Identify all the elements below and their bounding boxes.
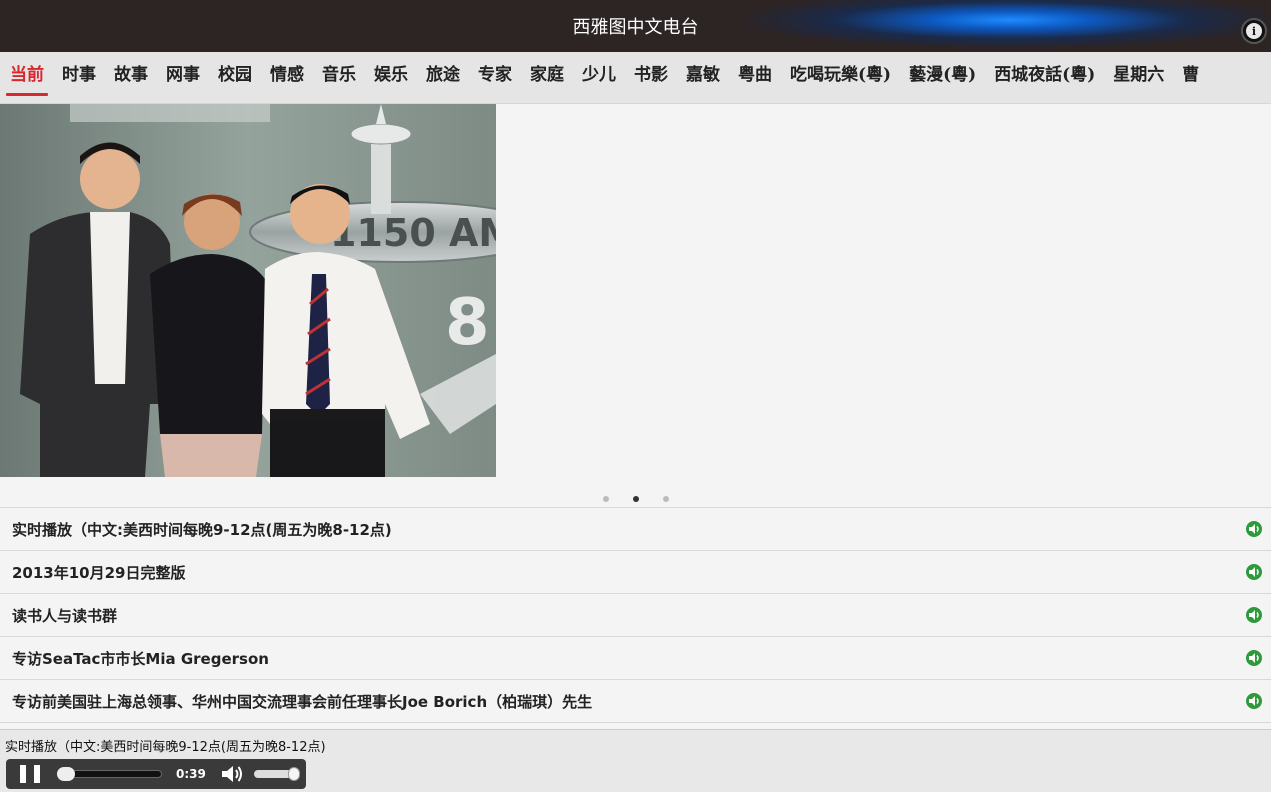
category-tabs: 当前 时事 故事 网事 校园 情感 音乐 娱乐 旅途 专家 家庭 少儿 书影 嘉敏 粤曲 吃喝玩樂(粵) 藝漫(…	[0, 52, 1271, 104]
player-controls: 0:39	[6, 759, 306, 789]
pause-button[interactable]	[20, 765, 40, 783]
app-header: 西雅图中文电台 i	[0, 0, 1271, 52]
carousel-dot-active[interactable]	[633, 496, 639, 502]
carousel-dots	[0, 496, 1271, 504]
list-item[interactable]: 专访SeaTac市市长Mia Gregerson	[0, 637, 1271, 680]
list-item[interactable]: 实时播放（中文:美西时间每晚9-12点(周五为晚8-12点)	[0, 508, 1271, 551]
featured-photo[interactable]: 1150 AM 8	[0, 104, 496, 477]
carousel-dot[interactable]	[663, 496, 669, 502]
volume-icon[interactable]	[220, 764, 244, 784]
tab-4[interactable]: 校园	[208, 52, 260, 103]
info-icon: i	[1246, 23, 1262, 39]
tab-19[interactable]: 曹	[1172, 52, 1207, 103]
tab-1[interactable]: 时事	[52, 52, 104, 103]
audio-player: 实时播放（中文:美西时间每晚9-12点(周五为晚8-12点) 0:39	[0, 729, 1271, 792]
volume-slider[interactable]	[253, 767, 300, 781]
elapsed-time: 0:39	[176, 767, 206, 781]
tab-15[interactable]: 吃喝玩樂(粵)	[780, 52, 899, 103]
episode-title: 专访前美国驻上海总领事、华州中国交流理事会前任理事长Joe Borich（柏瑞琪…	[12, 692, 593, 711]
tab-3[interactable]: 网事	[156, 52, 208, 103]
progress-knob[interactable]	[57, 767, 75, 781]
episode-list: 实时播放（中文:美西时间每晚9-12点(周五为晚8-12点) 2013年10月29…	[0, 507, 1271, 723]
tab-7[interactable]: 娱乐	[364, 52, 416, 103]
volume-knob[interactable]	[287, 767, 300, 781]
list-item[interactable]: 读书人与读书群	[0, 594, 1271, 637]
tab-13[interactable]: 嘉敏	[676, 52, 728, 103]
app-title: 西雅图中文电台	[572, 17, 699, 38]
episode-title: 2013年10月29日完整版	[12, 563, 186, 582]
speaker-icon[interactable]	[1245, 520, 1263, 538]
tab-14[interactable]: 粤曲	[728, 52, 780, 103]
speaker-icon[interactable]	[1245, 649, 1263, 667]
tab-18[interactable]: 星期六	[1103, 52, 1172, 103]
now-playing-title: 实时播放（中文:美西时间每晚9-12点(周五为晚8-12点)	[5, 740, 326, 755]
speaker-icon[interactable]	[1245, 606, 1263, 624]
tab-16[interactable]: 藝漫(粵)	[899, 52, 984, 103]
tab-17[interactable]: 西城夜話(粵)	[984, 52, 1103, 103]
list-item[interactable]: 2013年10月29日完整版	[0, 551, 1271, 594]
tab-9[interactable]: 专家	[468, 52, 520, 103]
episode-title: 实时播放（中文:美西时间每晚9-12点(周五为晚8-12点)	[12, 520, 392, 539]
tab-10[interactable]: 家庭	[520, 52, 572, 103]
tab-11[interactable]: 少儿	[572, 52, 624, 103]
episode-title: 读书人与读书群	[12, 606, 118, 625]
tab-2[interactable]: 故事	[104, 52, 156, 103]
info-button[interactable]: i	[1241, 18, 1267, 44]
progress-bar[interactable]	[57, 767, 162, 781]
tab-6[interactable]: 音乐	[312, 52, 364, 103]
tab-0[interactable]: 当前	[0, 52, 52, 103]
sign-digit: 8	[445, 286, 490, 360]
speaker-icon[interactable]	[1245, 563, 1263, 581]
tab-5[interactable]: 情感	[260, 52, 312, 103]
speaker-icon[interactable]	[1245, 692, 1263, 710]
studio-photo: 1150 AM 8	[0, 104, 496, 477]
tab-8[interactable]: 旅途	[416, 52, 468, 103]
tab-12[interactable]: 书影	[624, 52, 676, 103]
episode-title: 专访SeaTac市市长Mia Gregerson	[12, 649, 269, 668]
carousel-dot[interactable]	[603, 496, 609, 502]
list-item[interactable]: 专访前美国驻上海总领事、华州中国交流理事会前任理事长Joe Borich（柏瑞琪…	[0, 680, 1271, 723]
sign-text: 1150 AM	[330, 211, 496, 255]
